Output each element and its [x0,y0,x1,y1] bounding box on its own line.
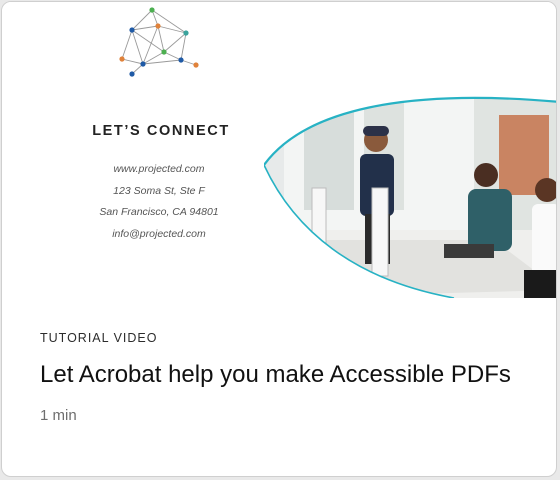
card-title[interactable]: Let Acrobat help you make Accessible PDF… [40,361,511,389]
contact-website: www.projected.com [113,163,205,175]
contact-city: San Francisco, CA 94801 [99,206,219,218]
tutorial-card[interactable]: LET’S CONNECT www.projected.com 123 Soma… [1,1,557,477]
contact-email: info@projected.com [112,227,206,240]
contact-block: www.projected.com 123 Soma St, Ste F San… [74,159,244,245]
duration-label: 1 min [40,407,77,424]
contact-address: 123 Soma St, Ste F [113,184,205,197]
network-logo-icon [119,7,199,77]
connect-heading: LET’S CONNECT [92,123,230,139]
content-type-label: TUTORIAL VIDEO [40,331,158,345]
office-team-photo [264,96,556,298]
video-thumbnail[interactable]: LET’S CONNECT www.projected.com 123 Soma… [2,2,556,298]
